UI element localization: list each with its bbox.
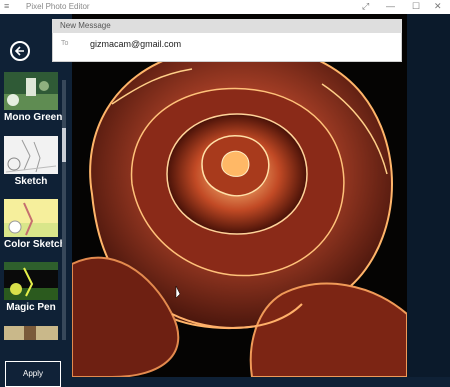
filter-thumbnail: [4, 199, 58, 237]
scrollbar-thumb[interactable]: [62, 128, 66, 162]
maximize-button[interactable]: ☐: [412, 1, 420, 12]
hamburger-menu-icon[interactable]: ≡: [4, 1, 9, 11]
app-title: Pixel Photo Editor: [26, 2, 90, 11]
title-bar: ≡ Pixel Photo Editor ⤢ — ☐ ✕: [0, 0, 450, 14]
recipient-email-field[interactable]: gizmacam@gmail.com: [90, 39, 181, 49]
new-message-popup: New Message To gizmacam@gmail.com: [52, 19, 402, 62]
apply-button[interactable]: Apply: [5, 361, 61, 387]
filter-next-partial[interactable]: [4, 326, 58, 340]
filter-magic-pen[interactable]: Magic Pen: [4, 262, 58, 313]
fullscreen-icon[interactable]: ⤢: [362, 1, 369, 12]
filter-thumbnail: [4, 326, 58, 340]
back-arrow-icon: [14, 46, 24, 56]
rose-image: [72, 14, 407, 377]
close-button[interactable]: ✕: [434, 1, 442, 12]
filter-thumbnail: [4, 136, 58, 174]
filter-scrollbar[interactable]: [62, 80, 66, 340]
back-button[interactable]: [10, 41, 30, 61]
filter-label: Sketch: [14, 176, 48, 187]
to-label: To: [61, 40, 69, 47]
filter-label: Mono Green: [4, 112, 63, 123]
message-header: New Message: [52, 19, 402, 33]
filter-label: Color Sketch: [4, 239, 66, 250]
filter-mono-green[interactable]: Mono Green: [4, 72, 63, 123]
filter-thumbnail: [4, 262, 58, 300]
filter-label: Magic Pen: [6, 302, 56, 313]
filter-thumbnail: [4, 72, 58, 110]
filter-color-sketch[interactable]: Color Sketch: [4, 199, 66, 250]
filter-sketch[interactable]: Sketch: [4, 136, 58, 187]
minimize-button[interactable]: —: [386, 1, 395, 11]
filter-sidebar: Mono Green Sketch Color Sketch Magic Pen…: [0, 14, 72, 387]
recipient-row[interactable]: To gizmacam@gmail.com: [52, 33, 402, 62]
photo-canvas[interactable]: [72, 14, 407, 377]
right-panel: [407, 14, 450, 377]
